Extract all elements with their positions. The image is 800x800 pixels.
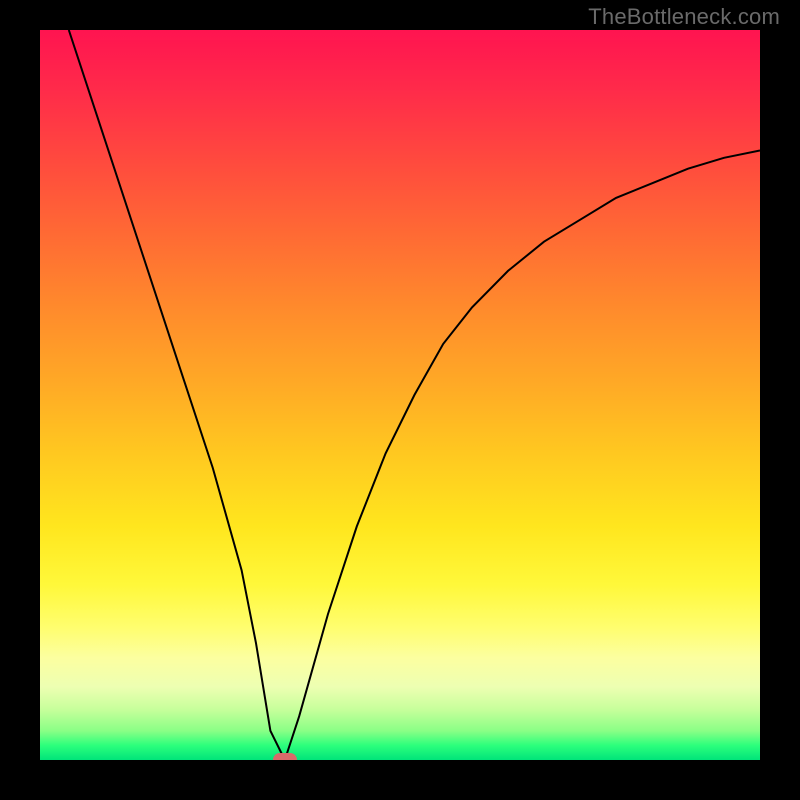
min-marker: [273, 753, 297, 760]
curve-svg: [40, 30, 760, 760]
watermark-text: TheBottleneck.com: [588, 4, 780, 30]
plot-area: [40, 30, 760, 760]
bottleneck-curve: [69, 30, 760, 760]
